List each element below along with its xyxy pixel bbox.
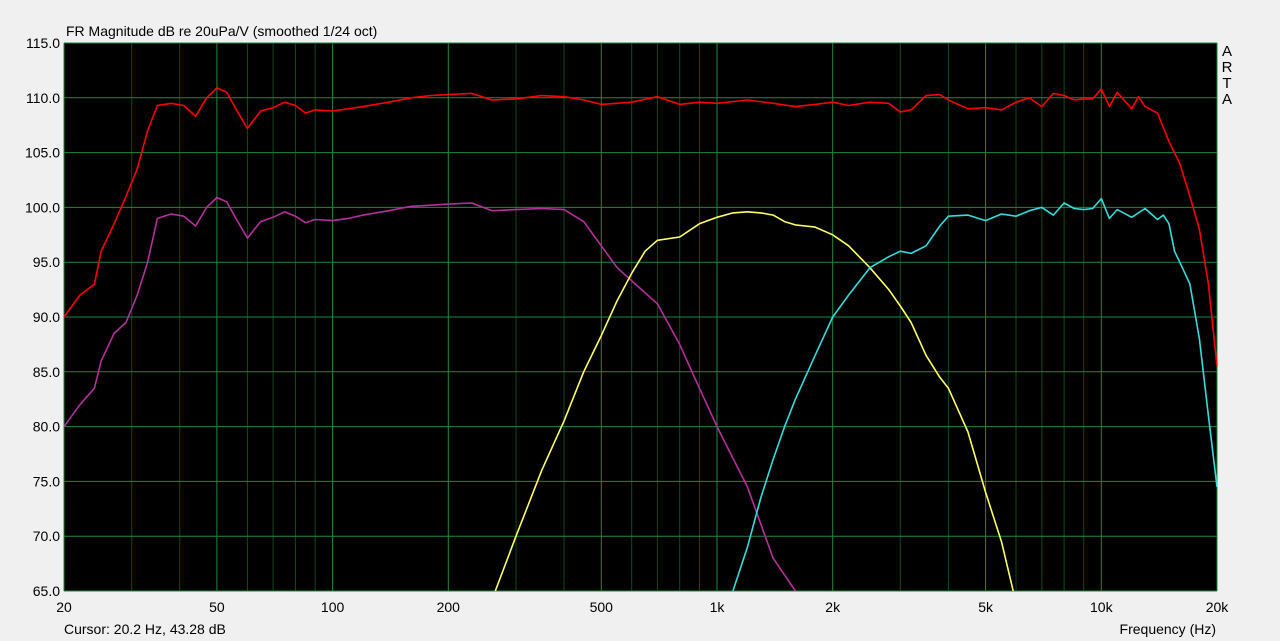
x-tick-label: 500 (590, 599, 614, 615)
y-tick-label: 105.0 (25, 145, 60, 161)
x-axis-label: Frequency (Hz) (1120, 621, 1216, 637)
y-axis-ticks: 115.0 110.0 105.0 100.0 95.0 90.0 85.0 80.0 75.0… (25, 35, 60, 599)
side-letter: T (1222, 75, 1231, 92)
y-tick-label: 80.0 (33, 419, 60, 435)
chart-title: FR Magnitude dB re 20uPa/V (smoothed 1/2… (66, 23, 377, 39)
x-axis-ticks: 20 50 100 200 500 1k 2k 5k 10k 20k (56, 599, 1229, 615)
x-tick-label: 10k (1090, 599, 1114, 615)
y-tick-label: 100.0 (25, 199, 60, 215)
cursor-readout: Cursor: 20.2 Hz, 43.28 dB (64, 621, 226, 637)
x-tick-label: 50 (209, 599, 225, 615)
x-tick-label: 100 (321, 599, 345, 615)
arta-vertical-label: ARTA (1222, 43, 1233, 108)
side-letter: R (1222, 59, 1233, 76)
x-tick-label: 1k (710, 599, 726, 615)
y-tick-label: 85.0 (33, 364, 60, 380)
x-tick-label: 2k (825, 599, 841, 615)
y-tick-label: 110.0 (26, 90, 60, 106)
y-tick-label: 65.0 (33, 583, 60, 599)
x-tick-label: 5k (978, 599, 994, 615)
y-tick-label: 75.0 (33, 473, 60, 489)
x-tick-label: 20 (56, 599, 72, 615)
y-tick-label: 90.0 (33, 309, 60, 325)
frequency-response-chart: FR Magnitude dB re 20uPa/V (smoothed 1/2… (25, 23, 1233, 637)
y-tick-label: 70.0 (33, 528, 60, 544)
side-letter: A (1222, 43, 1232, 60)
y-tick-label: 115.0 (26, 35, 60, 51)
x-tick-label: 20k (1206, 599, 1230, 615)
x-tick-label: 200 (437, 599, 461, 615)
side-letter: A (1222, 91, 1232, 108)
y-tick-label: 95.0 (33, 254, 60, 270)
